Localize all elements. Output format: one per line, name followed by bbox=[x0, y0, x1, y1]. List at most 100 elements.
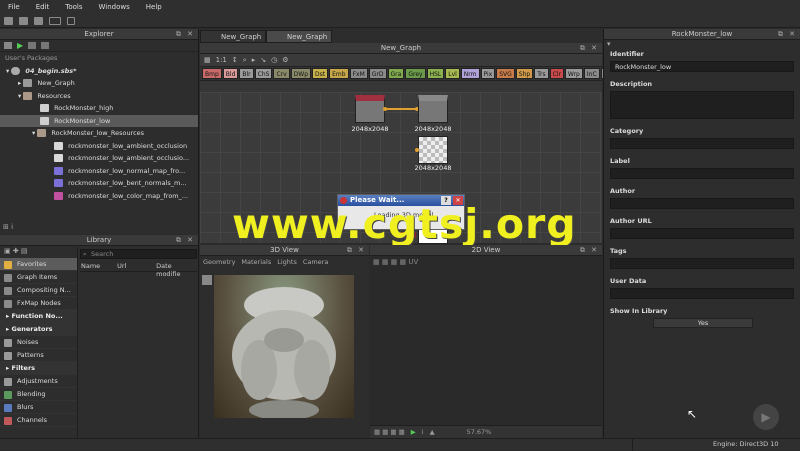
node-palette-chip[interactable]: Gra bbox=[387, 68, 405, 79]
node-palette-chip[interactable]: Lvl bbox=[445, 68, 460, 79]
node-palette-chip[interactable]: ChS bbox=[254, 68, 273, 79]
node-palette-chip[interactable]: SVG bbox=[496, 68, 515, 79]
library-category-item[interactable]: Favorites bbox=[0, 258, 77, 271]
redo-icon[interactable] bbox=[67, 16, 75, 25]
resource-item[interactable]: RockMonster_high bbox=[0, 102, 198, 115]
panel-controls-icon[interactable]: ⧉ ✕ bbox=[176, 29, 195, 40]
geometry-menu[interactable]: Geometry bbox=[203, 256, 235, 268]
pan-icon[interactable]: ▸ bbox=[252, 56, 256, 64]
panel-controls-icon[interactable]: ⧉ ✕ bbox=[580, 245, 599, 256]
graph-node-input[interactable] bbox=[355, 95, 385, 123]
viewport-3d[interactable] bbox=[214, 275, 354, 420]
play-icon[interactable]: ▶ bbox=[411, 428, 416, 436]
resources-row[interactable]: ▾ Resources bbox=[0, 90, 198, 103]
node-palette-chip[interactable]: Grey bbox=[405, 68, 426, 79]
property-input[interactable]: RockMonster_low bbox=[610, 61, 794, 72]
materials-menu[interactable]: Materials bbox=[241, 256, 271, 268]
node-palette-chip[interactable]: Crv bbox=[273, 68, 290, 79]
library-search-input[interactable]: ⌕ Search bbox=[80, 249, 197, 259]
zoom-icon[interactable]: ⌕ bbox=[243, 56, 247, 65]
collapse-arrow-icon[interactable]: ▾ bbox=[604, 40, 800, 50]
node-palette-chip[interactable]: Shp bbox=[515, 68, 534, 79]
histogram-icon[interactable]: ▲ bbox=[430, 428, 435, 436]
sub-folder-row[interactable]: ▾ RockMonster_low_Resources bbox=[0, 127, 198, 140]
library-category-item[interactable]: Noises bbox=[0, 336, 77, 349]
lights-menu[interactable]: Lights bbox=[277, 256, 297, 268]
panel-controls-icon[interactable]: ⧉ ✕ bbox=[347, 245, 366, 256]
folder-icon[interactable] bbox=[41, 42, 50, 49]
library-category-item[interactable]: Patterns bbox=[0, 349, 77, 362]
node-palette-chip[interactable]: Blr bbox=[239, 68, 254, 79]
link-icon[interactable]: ↘ bbox=[260, 56, 266, 64]
new-file-icon[interactable] bbox=[4, 16, 13, 25]
graph-node-transparent[interactable] bbox=[418, 136, 448, 164]
node-palette-chip[interactable]: Nrm bbox=[460, 68, 480, 79]
open-file-icon[interactable] bbox=[19, 16, 28, 25]
menu-edit[interactable]: Edit bbox=[28, 3, 58, 11]
info-icon[interactable]: i bbox=[422, 428, 424, 436]
panel-controls-icon[interactable]: ⧉ ✕ bbox=[778, 29, 797, 40]
graph-row[interactable]: ▸ New_Graph bbox=[0, 77, 198, 90]
node-palette-chip[interactable]: InC bbox=[583, 68, 600, 79]
package-icon[interactable] bbox=[4, 42, 12, 49]
library-category-item[interactable]: Compositing N... bbox=[0, 284, 77, 297]
property-input[interactable] bbox=[610, 288, 794, 299]
explorer-footer-icons[interactable]: ⊞ i bbox=[3, 223, 13, 231]
play-icon[interactable]: ▶ bbox=[17, 41, 23, 50]
menu-windows[interactable]: Windows bbox=[91, 3, 138, 11]
property-input[interactable] bbox=[610, 91, 794, 119]
library-category-item[interactable]: Blurs bbox=[0, 401, 77, 414]
property-input[interactable] bbox=[610, 198, 794, 209]
bitmap-item[interactable]: rockmonster_low_ambient_occlusio... bbox=[0, 152, 198, 165]
menu-tools[interactable]: Tools bbox=[57, 3, 90, 11]
tab-new-graph-active[interactable]: New_Graph bbox=[266, 30, 332, 43]
node-palette-chip[interactable]: Emb bbox=[329, 68, 349, 79]
column-url[interactable]: Url bbox=[117, 262, 156, 271]
collapse-arrow-icon[interactable]: ▸ bbox=[18, 79, 21, 87]
column-date[interactable]: Date modifie bbox=[156, 262, 197, 278]
bitmap-item[interactable]: rockmonster_low_ambient_occlusion bbox=[0, 140, 198, 153]
column-name[interactable]: Name bbox=[80, 262, 117, 271]
library-category-item[interactable]: FxMap Nodes bbox=[0, 297, 77, 310]
node-palette-chip[interactable]: Pix bbox=[480, 68, 496, 79]
expand-arrow-icon[interactable]: ▾ bbox=[32, 129, 35, 137]
tab-new-graph[interactable]: New_Graph bbox=[200, 30, 266, 43]
graph-icon[interactable] bbox=[28, 42, 37, 49]
show-in-library-select[interactable]: Yes bbox=[653, 318, 753, 328]
node-palette-chip[interactable]: GrD bbox=[368, 68, 387, 79]
library-category-header[interactable]: ▸ Filters bbox=[0, 362, 77, 375]
view2d-zoom[interactable]: 57.67% bbox=[467, 428, 492, 436]
bitmap-item[interactable]: rockmonster_low_normal_map_fro... bbox=[0, 165, 198, 178]
panel-controls-icon[interactable]: ⧉ ✕ bbox=[580, 43, 599, 54]
node-palette-chip[interactable]: DWp bbox=[290, 68, 312, 79]
tile-icon[interactable]: ▦ ▦ ▦ ▦ bbox=[374, 428, 405, 436]
node-palette-chip[interactable]: FxM bbox=[349, 68, 368, 79]
node-input-port[interactable] bbox=[415, 148, 419, 152]
library-toolbar-icons[interactable]: ▣ ✚ ▤ bbox=[0, 247, 77, 258]
library-category-item[interactable]: Graph Items bbox=[0, 271, 77, 284]
settings-icon[interactable]: ⚙ bbox=[282, 56, 288, 64]
node-palette-chip[interactable]: HSL bbox=[426, 68, 445, 79]
undo-icon[interactable] bbox=[49, 16, 61, 25]
expand-arrow-icon[interactable]: ▾ bbox=[6, 67, 9, 75]
node-palette-chip[interactable]: Dst bbox=[312, 68, 329, 79]
property-input[interactable] bbox=[610, 138, 794, 149]
menu-help[interactable]: Help bbox=[138, 3, 170, 11]
expand-arrow-icon[interactable]: ▾ bbox=[18, 92, 21, 100]
camera-menu[interactable]: Camera bbox=[303, 256, 329, 268]
camera-icon[interactable] bbox=[202, 275, 212, 285]
resource-item-selected[interactable]: RockMonster_low bbox=[0, 114, 198, 127]
timer-icon[interactable]: ◷ bbox=[271, 56, 277, 64]
library-category-item[interactable]: Adjustments bbox=[0, 375, 77, 388]
node-palette-chip[interactable]: Bmp bbox=[202, 68, 222, 79]
grid-icon[interactable]: ▦ bbox=[204, 56, 211, 64]
library-category-item[interactable]: Channels bbox=[0, 414, 77, 427]
library-category-header[interactable]: ▸ Generators bbox=[0, 323, 77, 336]
package-row[interactable]: ▾ 04_begin.sbs* bbox=[0, 65, 198, 78]
menu-file[interactable]: File bbox=[0, 3, 28, 11]
graph-node-output[interactable] bbox=[418, 95, 448, 123]
fit-icon[interactable]: ↕ bbox=[232, 56, 238, 64]
library-category-item[interactable]: Blending bbox=[0, 388, 77, 401]
node-palette-chip[interactable]: Trs bbox=[534, 68, 549, 79]
bitmap-item[interactable]: rockmonster_low_bent_normals_m... bbox=[0, 177, 198, 190]
